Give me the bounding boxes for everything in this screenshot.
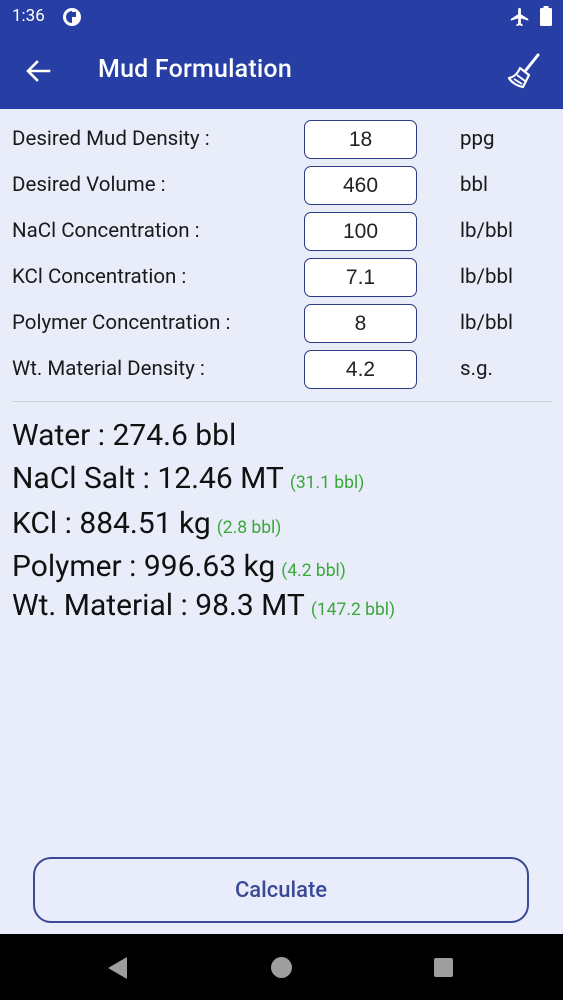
result-nacl-salt: NaCl Salt : 12.46 MT (31.1 bbl) <box>12 461 364 496</box>
page-title: Mud Formulation <box>98 55 292 84</box>
back-button[interactable] <box>20 55 56 87</box>
form-row-wt-material: Wt. Material Density : s.g. <box>0 348 563 394</box>
polymer-concentration-input[interactable] <box>304 304 417 343</box>
result-kcl-value: KCl : 884.51 kg <box>12 506 211 541</box>
polymer-concentration-label: Polymer Concentration : <box>12 311 231 335</box>
volume-unit: bbl <box>460 173 489 197</box>
volume-label: Desired Volume : <box>12 173 166 197</box>
result-wt-material-volume: (147.2 bbl) <box>310 600 396 620</box>
clear-button[interactable] <box>503 50 547 94</box>
mud-density-label: Desired Mud Density : <box>12 127 210 151</box>
kcl-concentration-input[interactable] <box>304 258 417 297</box>
calculate-button[interactable]: Calculate <box>33 857 529 923</box>
battery-icon <box>540 6 552 26</box>
nacl-concentration-label: NaCl Concentration : <box>12 219 200 243</box>
result-kcl-volume: (2.8 bbl) <box>216 518 282 538</box>
status-time: 1:36 <box>12 6 45 26</box>
nav-back-icon[interactable] <box>106 956 128 980</box>
result-nacl-volume: (31.1 bbl) <box>289 473 365 493</box>
wt-material-density-label: Wt. Material Density : <box>12 357 205 381</box>
result-polymer-value: Polymer : 996.63 kg <box>12 549 276 584</box>
volume-input[interactable] <box>304 166 417 205</box>
nav-home-icon[interactable] <box>271 957 292 978</box>
divider <box>12 401 552 402</box>
form-row-volume: Desired Volume : bbl <box>0 164 563 210</box>
result-polymer-volume: (4.2 bbl) <box>281 561 346 581</box>
app-bar: Mud Formulation <box>0 33 563 109</box>
form-row-nacl: NaCl Concentration : lb/bbl <box>0 210 563 256</box>
result-water-value: Water : 274.6 bbl <box>12 418 237 453</box>
nav-recents-icon[interactable] <box>434 958 453 977</box>
result-wt-material-value: Wt. Material : 98.3 MT <box>12 588 305 623</box>
form-row-polymer: Polymer Concentration : lb/bbl <box>0 302 563 348</box>
nacl-concentration-unit: lb/bbl <box>460 219 513 243</box>
mud-density-unit: ppg <box>460 127 495 151</box>
back-arrow-icon <box>26 60 51 82</box>
form-row-kcl: KCl Concentration : lb/bbl <box>0 256 563 302</box>
result-nacl-value: NaCl Salt : 12.46 MT <box>12 461 284 496</box>
kcl-concentration-label: KCl Concentration : <box>12 265 187 289</box>
mud-density-input[interactable] <box>304 120 417 159</box>
sync-status-icon <box>63 8 81 26</box>
system-nav-bar <box>0 934 563 1000</box>
broom-icon <box>507 53 540 89</box>
result-polymer: Polymer : 996.63 kg (4.2 bbl) <box>12 549 346 584</box>
result-kcl: KCl : 884.51 kg (2.8 bbl) <box>12 506 281 541</box>
airplane-icon <box>510 7 529 27</box>
wt-material-density-input[interactable] <box>304 350 417 389</box>
result-wt-material: Wt. Material : 98.3 MT (147.2 bbl) <box>12 588 395 623</box>
status-bar: 1:36 <box>0 0 563 33</box>
nacl-concentration-input[interactable] <box>304 212 417 251</box>
result-water: Water : 274.6 bbl <box>12 418 236 453</box>
polymer-concentration-unit: lb/bbl <box>460 311 513 335</box>
wt-material-density-unit: s.g. <box>460 357 493 381</box>
kcl-concentration-unit: lb/bbl <box>460 265 513 289</box>
form-row-mud-density: Desired Mud Density : ppg <box>0 118 563 164</box>
